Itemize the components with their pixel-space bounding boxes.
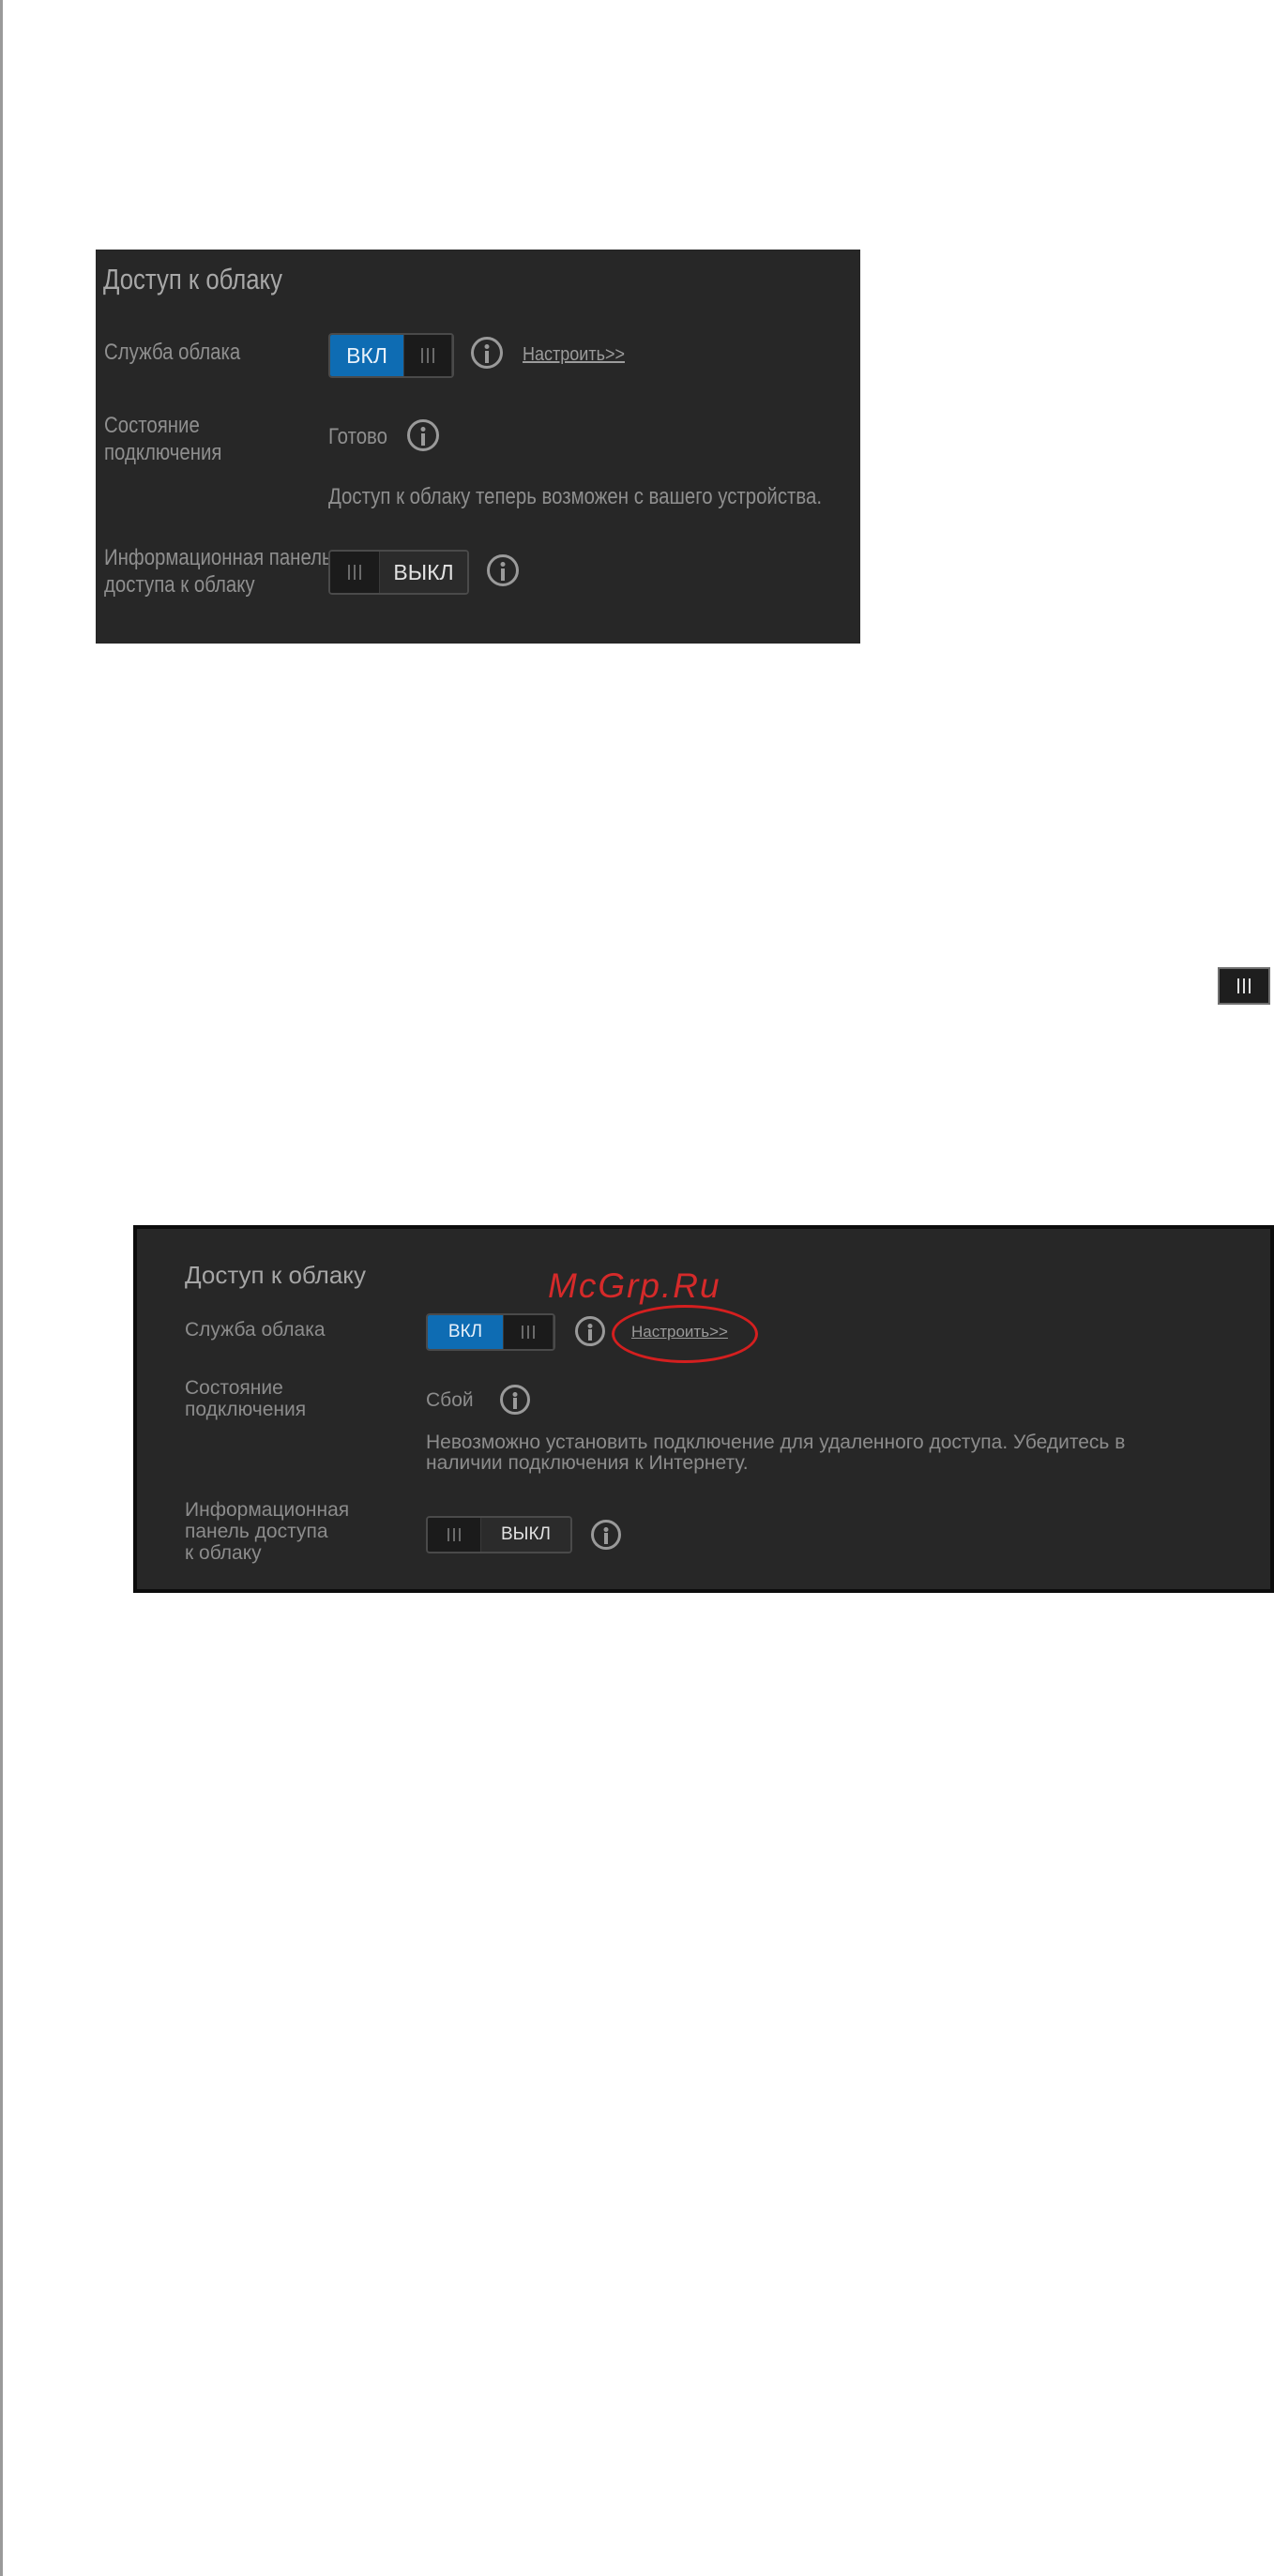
toggle-off-label: ВЫКЛ <box>481 1518 570 1552</box>
toggle-off-label: ВЫКЛ <box>380 552 467 593</box>
cloud-access-panel-on: Доступ к облаку Служба облака ВКЛ Настро… <box>96 250 860 644</box>
status-label-line1: Состояние <box>185 1377 283 1399</box>
connection-status-label: Состояние подключения <box>185 1377 306 1420</box>
grip-icon <box>428 1518 481 1552</box>
dashboard-label-line1: Информационная панель <box>104 545 332 570</box>
dashboard-toggle[interactable]: ВЫКЛ <box>328 550 469 595</box>
dashboard-label: Информационная панель доступа к облаку <box>104 544 332 599</box>
status-message: Доступ к облаку теперь возможен с вашего… <box>328 484 823 509</box>
grip-icon <box>330 552 380 593</box>
cloud-service-label: Служба облака <box>104 340 241 365</box>
info-icon[interactable] <box>487 554 519 586</box>
connection-status-label: Состояние подключения <box>104 412 221 466</box>
grip-icon <box>503 1315 554 1349</box>
dashboard-label-line2: панель доступа <box>185 1521 328 1542</box>
info-icon[interactable] <box>591 1520 621 1550</box>
configure-link[interactable]: Настроить>> <box>523 344 625 366</box>
status-label-line1: Состояние <box>104 413 200 438</box>
grip-icon <box>403 335 452 376</box>
grip-toggle-button[interactable] <box>1218 967 1270 1005</box>
info-icon[interactable] <box>407 419 439 451</box>
cloud-service-toggle[interactable]: ВКЛ <box>426 1313 555 1351</box>
cloud-service-toggle[interactable]: ВКЛ <box>328 333 454 378</box>
grip-icon <box>1237 978 1251 993</box>
info-icon[interactable] <box>471 337 503 369</box>
page-left-rule <box>0 0 3 2576</box>
dashboard-toggle[interactable]: ВЫКЛ <box>426 1516 572 1553</box>
cloud-service-label: Служба облака <box>185 1319 326 1341</box>
panel-title: Доступ к облаку <box>103 263 282 295</box>
status-message-line2: наличии подключения к Интернету. <box>426 1452 749 1474</box>
status-label-line2: подключения <box>104 440 222 465</box>
dashboard-label: Информационная панель доступа к облаку <box>185 1499 349 1564</box>
panel-title: Доступ к облаку <box>185 1261 366 1289</box>
status-message-line1: Невозможно установить подключение для уд… <box>426 1432 1126 1453</box>
status-label-line2: подключения <box>185 1399 307 1420</box>
info-icon[interactable] <box>575 1316 605 1346</box>
dashboard-label-line3: к облаку <box>185 1542 262 1564</box>
info-icon[interactable] <box>500 1385 530 1415</box>
toggle-on-label: ВКЛ <box>428 1315 503 1349</box>
status-value: Сбой <box>426 1389 474 1411</box>
status-value: Готово <box>328 424 387 449</box>
dashboard-label-line2: доступа к облаку <box>104 572 255 598</box>
status-message: Невозможно установить подключение для уд… <box>426 1432 1125 1474</box>
toggle-on-label: ВКЛ <box>330 335 403 376</box>
dashboard-label-line1: Информационная <box>185 1499 350 1521</box>
watermark: McGrp.Ru <box>548 1266 721 1305</box>
highlight-ellipse <box>612 1305 758 1363</box>
